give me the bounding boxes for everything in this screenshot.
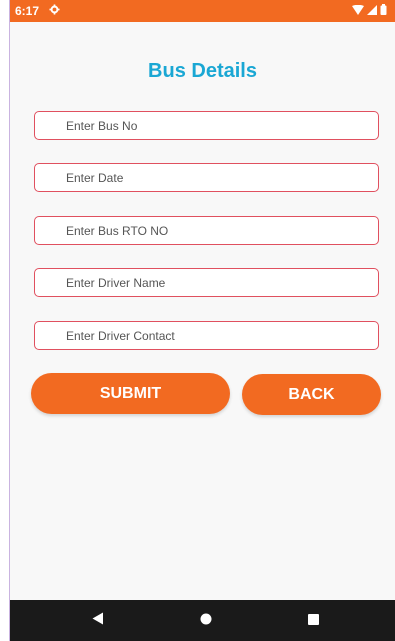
main-content: Bus Details SUBMIT BACK: [10, 22, 395, 600]
battery-icon: [380, 4, 387, 18]
cell-signal-icon: [367, 4, 377, 18]
gear-icon: [49, 4, 60, 18]
driver-name-input[interactable]: [34, 268, 379, 297]
status-time: 6:17: [15, 4, 40, 18]
circle-home-icon: [200, 612, 212, 630]
system-nav-bar: [10, 600, 395, 641]
wifi-icon: [352, 4, 364, 18]
app-screen: 6:17 Bus Details Enter Bus No Enter Date…: [0, 0, 395, 641]
nav-recents-button[interactable]: [288, 600, 338, 641]
triangle-back-icon: [92, 612, 104, 630]
page-title: Bus Details: [148, 60, 257, 82]
nav-back-button[interactable]: [73, 600, 123, 641]
back-button[interactable]: BACK: [242, 374, 381, 415]
square-recents-icon: [307, 612, 319, 630]
driver-contact-input[interactable]: [34, 321, 379, 350]
bus-rto-no-input[interactable]: [34, 216, 379, 245]
submit-button[interactable]: SUBMIT: [31, 373, 230, 414]
date-input[interactable]: [34, 163, 379, 192]
status-bar: 6:17: [10, 0, 395, 22]
bus-no-input[interactable]: [34, 111, 379, 140]
nav-home-button[interactable]: [181, 600, 231, 641]
status-icons: [352, 4, 387, 18]
status-left: 6:17: [15, 4, 60, 18]
window-edge: [0, 0, 10, 641]
